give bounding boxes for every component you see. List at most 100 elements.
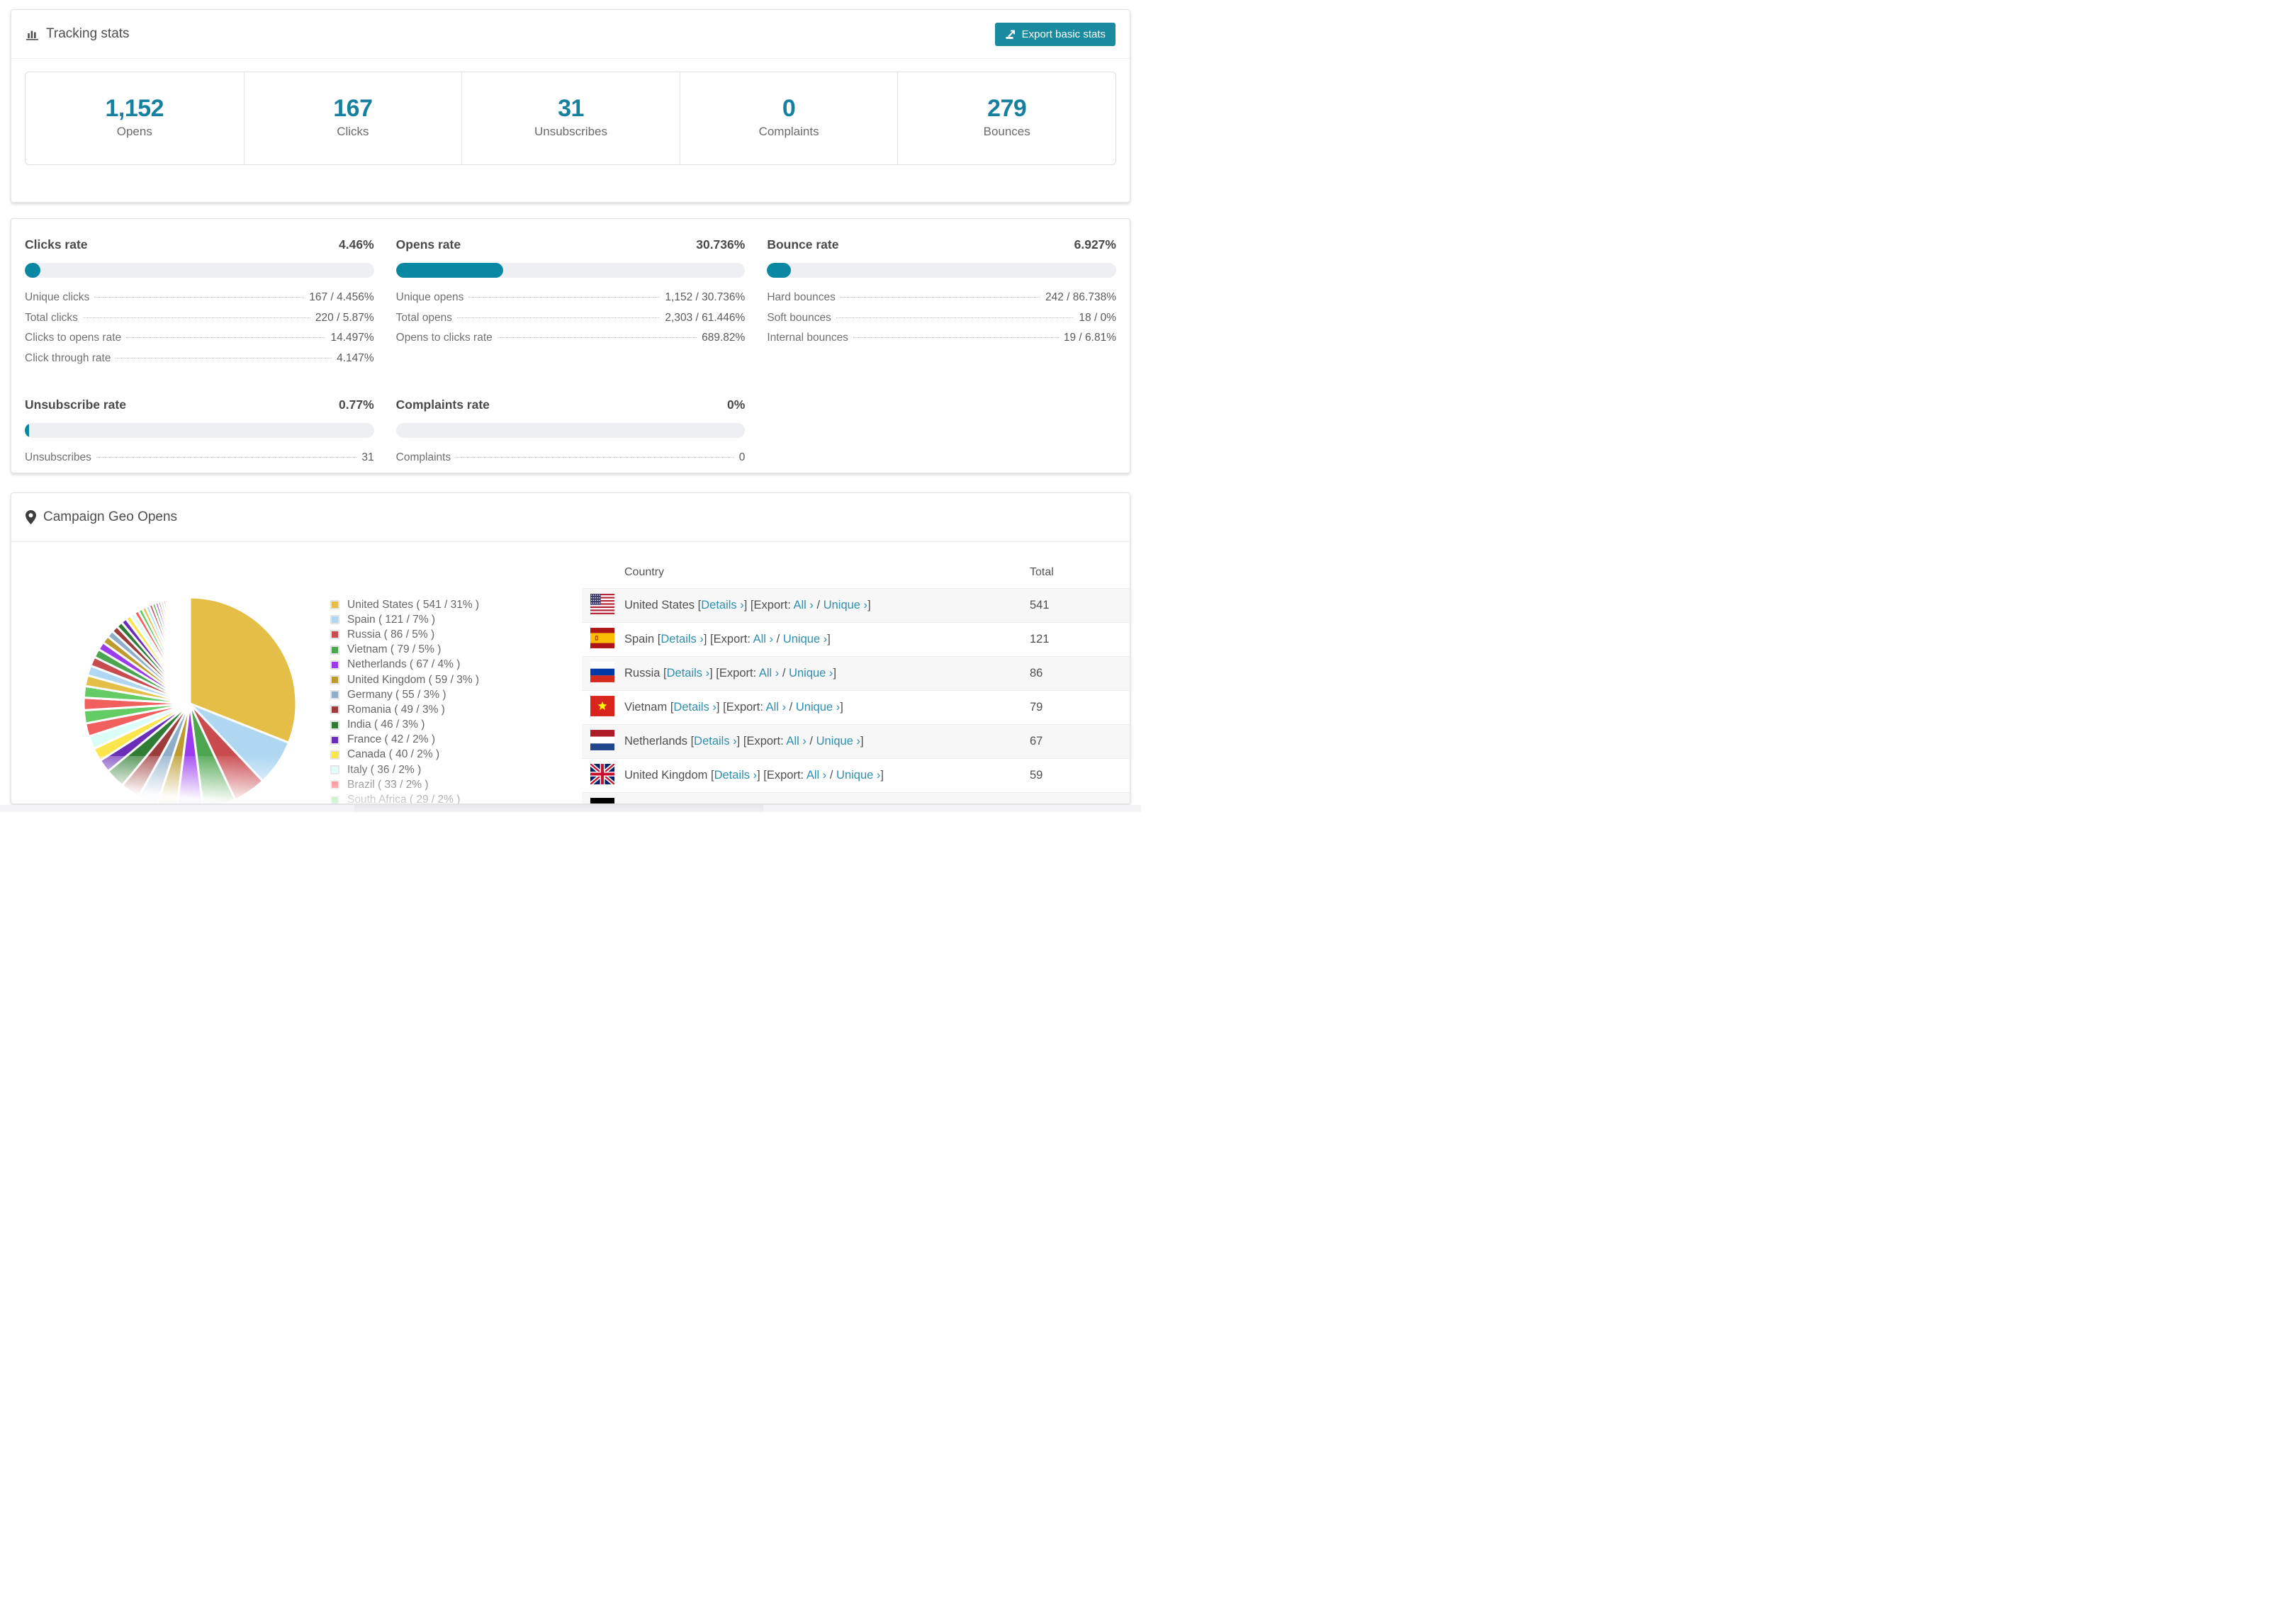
- export-all-link[interactable]: All ›: [806, 769, 826, 782]
- export-all-link[interactable]: All ›: [771, 803, 791, 804]
- details-link[interactable]: Details ›: [694, 735, 737, 748]
- rate-progress-bar: [395, 423, 746, 438]
- dotted-leader: [853, 337, 1059, 338]
- summary-box-opens: 1,152 Opens: [26, 72, 244, 164]
- export-all-link[interactable]: All ›: [786, 735, 806, 748]
- details-link[interactable]: Details ›: [667, 667, 710, 680]
- summary-box-bounces: 279 Bounces: [897, 72, 1115, 164]
- details-link[interactable]: Details ›: [661, 633, 704, 645]
- legend-item: India ( 46 / 3% ): [330, 718, 479, 733]
- flag-icon-gb: [589, 762, 616, 788]
- summary-label: Complaints: [758, 125, 819, 138]
- summary-box-clicks: 167 Clicks: [243, 72, 462, 164]
- dotted-leader: [840, 297, 1040, 298]
- rate-title: Opens rate: [395, 237, 461, 252]
- legend-swatch: [330, 720, 339, 730]
- export-all-link[interactable]: All ›: [793, 599, 813, 611]
- tracking-stats-header: Tracking stats Export basic stats: [11, 10, 1130, 58]
- stat-row-unique-opens: Unique opens 1,152 / 30.736%: [395, 291, 746, 303]
- country-total: 86: [1030, 667, 1043, 680]
- stat-row-opens-to-clicks-rate: Opens to clicks rate 689.82%: [395, 332, 746, 344]
- details-link[interactable]: Details ›: [714, 769, 758, 782]
- legend-swatch: [330, 690, 339, 700]
- legend-swatch: [330, 630, 339, 640]
- country-total: 121: [1030, 633, 1050, 645]
- summary-boxes: 1,152 Opens 167 Clicks 31 Unsubscribes 0 Co…: [25, 72, 1116, 165]
- export-unique-link[interactable]: Unique ›: [836, 769, 880, 782]
- geo-opens-pie-chart[interactable]: [77, 590, 303, 804]
- country-cell: Vietnam [Details ›] [Export: All › / Uni…: [624, 701, 843, 714]
- export-unique-link[interactable]: Unique ›: [824, 599, 867, 611]
- legend-item: Vietnam ( 79 / 5% ): [330, 643, 479, 658]
- country-name: Spain: [624, 633, 655, 645]
- rate-value: 4.46%: [339, 237, 374, 252]
- summary-label: Clicks: [337, 125, 369, 138]
- legend-swatch: [330, 600, 339, 610]
- geo-title-row: Campaign Geo Opens: [26, 509, 177, 525]
- legend-item: Canada ( 40 / 2% ): [330, 748, 479, 762]
- flag-icon-nl: [590, 729, 614, 754]
- pie-legend: United States ( 541 / 31% ) Spain ( 121 …: [330, 597, 480, 804]
- map-pin-icon: [26, 510, 36, 524]
- rate-progress-bar: [25, 423, 374, 438]
- country-cell: United States [Details ›] [Export: All ›…: [624, 599, 871, 611]
- details-link[interactable]: Details ›: [679, 803, 722, 804]
- rate-progress-bar: [395, 263, 746, 278]
- legend-label: United States ( 541 / 31% ): [347, 598, 480, 611]
- legend-label: France ( 42 / 2% ): [347, 733, 436, 746]
- legend-swatch: [330, 675, 339, 685]
- summary-label: Unsubscribes: [534, 125, 607, 138]
- export-unique-link[interactable]: Unique ›: [796, 701, 840, 714]
- legend-item: Russia ( 86 / 5% ): [330, 627, 479, 642]
- country-name: Germany: [624, 803, 673, 804]
- summary-value: 0: [782, 95, 796, 122]
- legend-item: Germany ( 55 / 3% ): [330, 687, 479, 702]
- dotted-leader: [82, 317, 310, 318]
- country-name: United States: [624, 599, 695, 611]
- legend-label: United Kingdom ( 59 / 3% ): [347, 673, 480, 686]
- rate-title: Clicks rate: [25, 237, 88, 252]
- export-unique-link[interactable]: Unique ›: [801, 803, 845, 804]
- export-unique-link[interactable]: Unique ›: [816, 735, 860, 748]
- stat-row-complaints: Complaints 0: [395, 451, 746, 463]
- dotted-leader: [456, 457, 734, 458]
- legend-item: Italy ( 36 / 2% ): [330, 762, 479, 777]
- summary-box-unsubscribes: 31 Unsubscribes: [461, 72, 680, 164]
- geo-header: Campaign Geo Opens: [11, 493, 1130, 541]
- legend-item: Brazil ( 33 / 2% ): [330, 777, 479, 792]
- dotted-leader: [96, 457, 357, 458]
- legend-label: Canada ( 40 / 2% ): [347, 748, 440, 761]
- country-name: Vietnam: [624, 701, 668, 714]
- legend-swatch: [330, 615, 339, 625]
- legend-label: Spain ( 121 / 7% ): [347, 613, 436, 626]
- country-cell: Netherlands [Details ›] [Export: All › /…: [624, 735, 864, 748]
- export-all-link[interactable]: All ›: [766, 701, 786, 714]
- bar-chart-icon: [26, 30, 38, 40]
- export-unique-link[interactable]: Unique ›: [789, 667, 833, 680]
- stat-row-unsubscribes: Unsubscribes 31: [25, 451, 374, 463]
- rate-value: 0.77%: [339, 397, 374, 412]
- country-name: Netherlands: [624, 735, 687, 748]
- dotted-leader: [126, 337, 326, 338]
- pie-slice-other[interactable]: [188, 596, 191, 704]
- rate-value: 30.736%: [696, 237, 746, 252]
- legend-item: Netherlands ( 67 / 4% ): [330, 658, 479, 672]
- export-unique-link[interactable]: Unique ›: [783, 633, 827, 645]
- rate-block-opens-rate: Opens rate 30.736% Unique opens 1,152 / …: [395, 237, 746, 372]
- horizontal-scrollbar[interactable]: [354, 805, 763, 812]
- details-link[interactable]: Details ›: [701, 599, 744, 611]
- header-divider: [11, 58, 1130, 59]
- export-basic-stats-button[interactable]: Export basic stats: [994, 22, 1115, 46]
- details-link[interactable]: Details ›: [673, 701, 716, 714]
- legend-swatch: [330, 765, 339, 775]
- country-row-us: United States [Details ›] [Export: All ›…: [582, 589, 1130, 623]
- export-all-link[interactable]: All ›: [759, 667, 779, 680]
- country-cell: Russia [Details ›] [Export: All › / Uniq…: [624, 667, 837, 680]
- legend-label: South Africa ( 29 / 2% ): [347, 794, 461, 804]
- table-header-row: Country Total: [582, 556, 1130, 589]
- legend-label: Brazil ( 33 / 2% ): [347, 778, 429, 791]
- stat-row-total-clicks: Total clicks 220 / 5.87%: [25, 311, 374, 324]
- summary-value: 31: [558, 95, 584, 122]
- export-all-link[interactable]: All ›: [753, 633, 773, 645]
- legend-label: Germany ( 55 / 3% ): [347, 688, 446, 701]
